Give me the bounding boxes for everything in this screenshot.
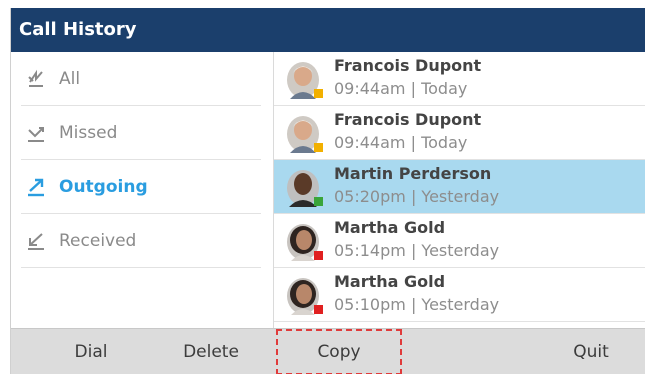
contact-name: Martha Gold — [334, 272, 446, 291]
presence-status-icon — [314, 197, 323, 206]
contact-name: Martha Gold — [334, 218, 446, 237]
delete-button[interactable]: Delete — [156, 329, 266, 374]
call-list-item[interactable]: Francois Dupont 09:44am | Today — [274, 52, 645, 106]
contact-name: Martin Perderson — [334, 164, 492, 183]
sidebar-item-all[interactable]: All — [21, 52, 261, 106]
call-list: Francois Dupont 09:44am | Today Francois… — [274, 52, 645, 328]
call-list-item[interactable]: Martha Gold 05:14pm | Yesterday — [274, 214, 645, 268]
call-time: 09:44am | Today — [334, 79, 468, 98]
sidebar-item-label: Received — [59, 230, 137, 251]
quit-button[interactable]: Quit — [546, 329, 636, 374]
call-time: 05:14pm | Yesterday — [334, 241, 500, 260]
presence-status-icon — [314, 251, 323, 260]
received-call-icon — [25, 230, 47, 252]
sidebar-item-label: All — [59, 68, 81, 89]
page-title: Call History — [11, 8, 645, 52]
call-time: 09:44am | Today — [334, 133, 468, 152]
outgoing-call-icon — [25, 176, 47, 198]
call-filter-sidebar: All Missed Outgoing Received — [11, 52, 273, 328]
softkey-bar: Dial Delete Copy Quit — [11, 328, 645, 374]
contact-name: Francois Dupont — [334, 110, 482, 129]
sidebar-item-label: Missed — [59, 122, 118, 143]
presence-status-icon — [314, 143, 323, 152]
call-time: 05:10pm | Yesterday — [334, 295, 500, 314]
sidebar-item-received[interactable]: Received — [21, 214, 261, 268]
copy-button[interactable]: Copy — [276, 329, 402, 374]
call-history-screen: Call History All Missed Outgoing Receive… — [10, 8, 645, 374]
presence-status-icon — [314, 89, 323, 98]
call-list-item-selected[interactable]: Martin Perderson 05:20pm | Yesterday — [274, 160, 645, 214]
dial-button[interactable]: Dial — [41, 329, 141, 374]
sidebar-item-outgoing[interactable]: Outgoing — [21, 160, 261, 214]
missed-call-icon — [25, 122, 47, 144]
sidebar-item-missed[interactable]: Missed — [21, 106, 261, 160]
presence-status-icon — [314, 305, 323, 314]
sidebar-item-label: Outgoing — [59, 176, 148, 197]
call-list-item[interactable]: Francois Dupont 09:44am | Today — [274, 106, 645, 160]
all-calls-icon — [25, 68, 47, 90]
call-list-item[interactable]: Martha Gold 05:10pm | Yesterday — [274, 268, 645, 322]
contact-name: Francois Dupont — [334, 56, 482, 75]
call-time: 05:20pm | Yesterday — [334, 187, 500, 206]
